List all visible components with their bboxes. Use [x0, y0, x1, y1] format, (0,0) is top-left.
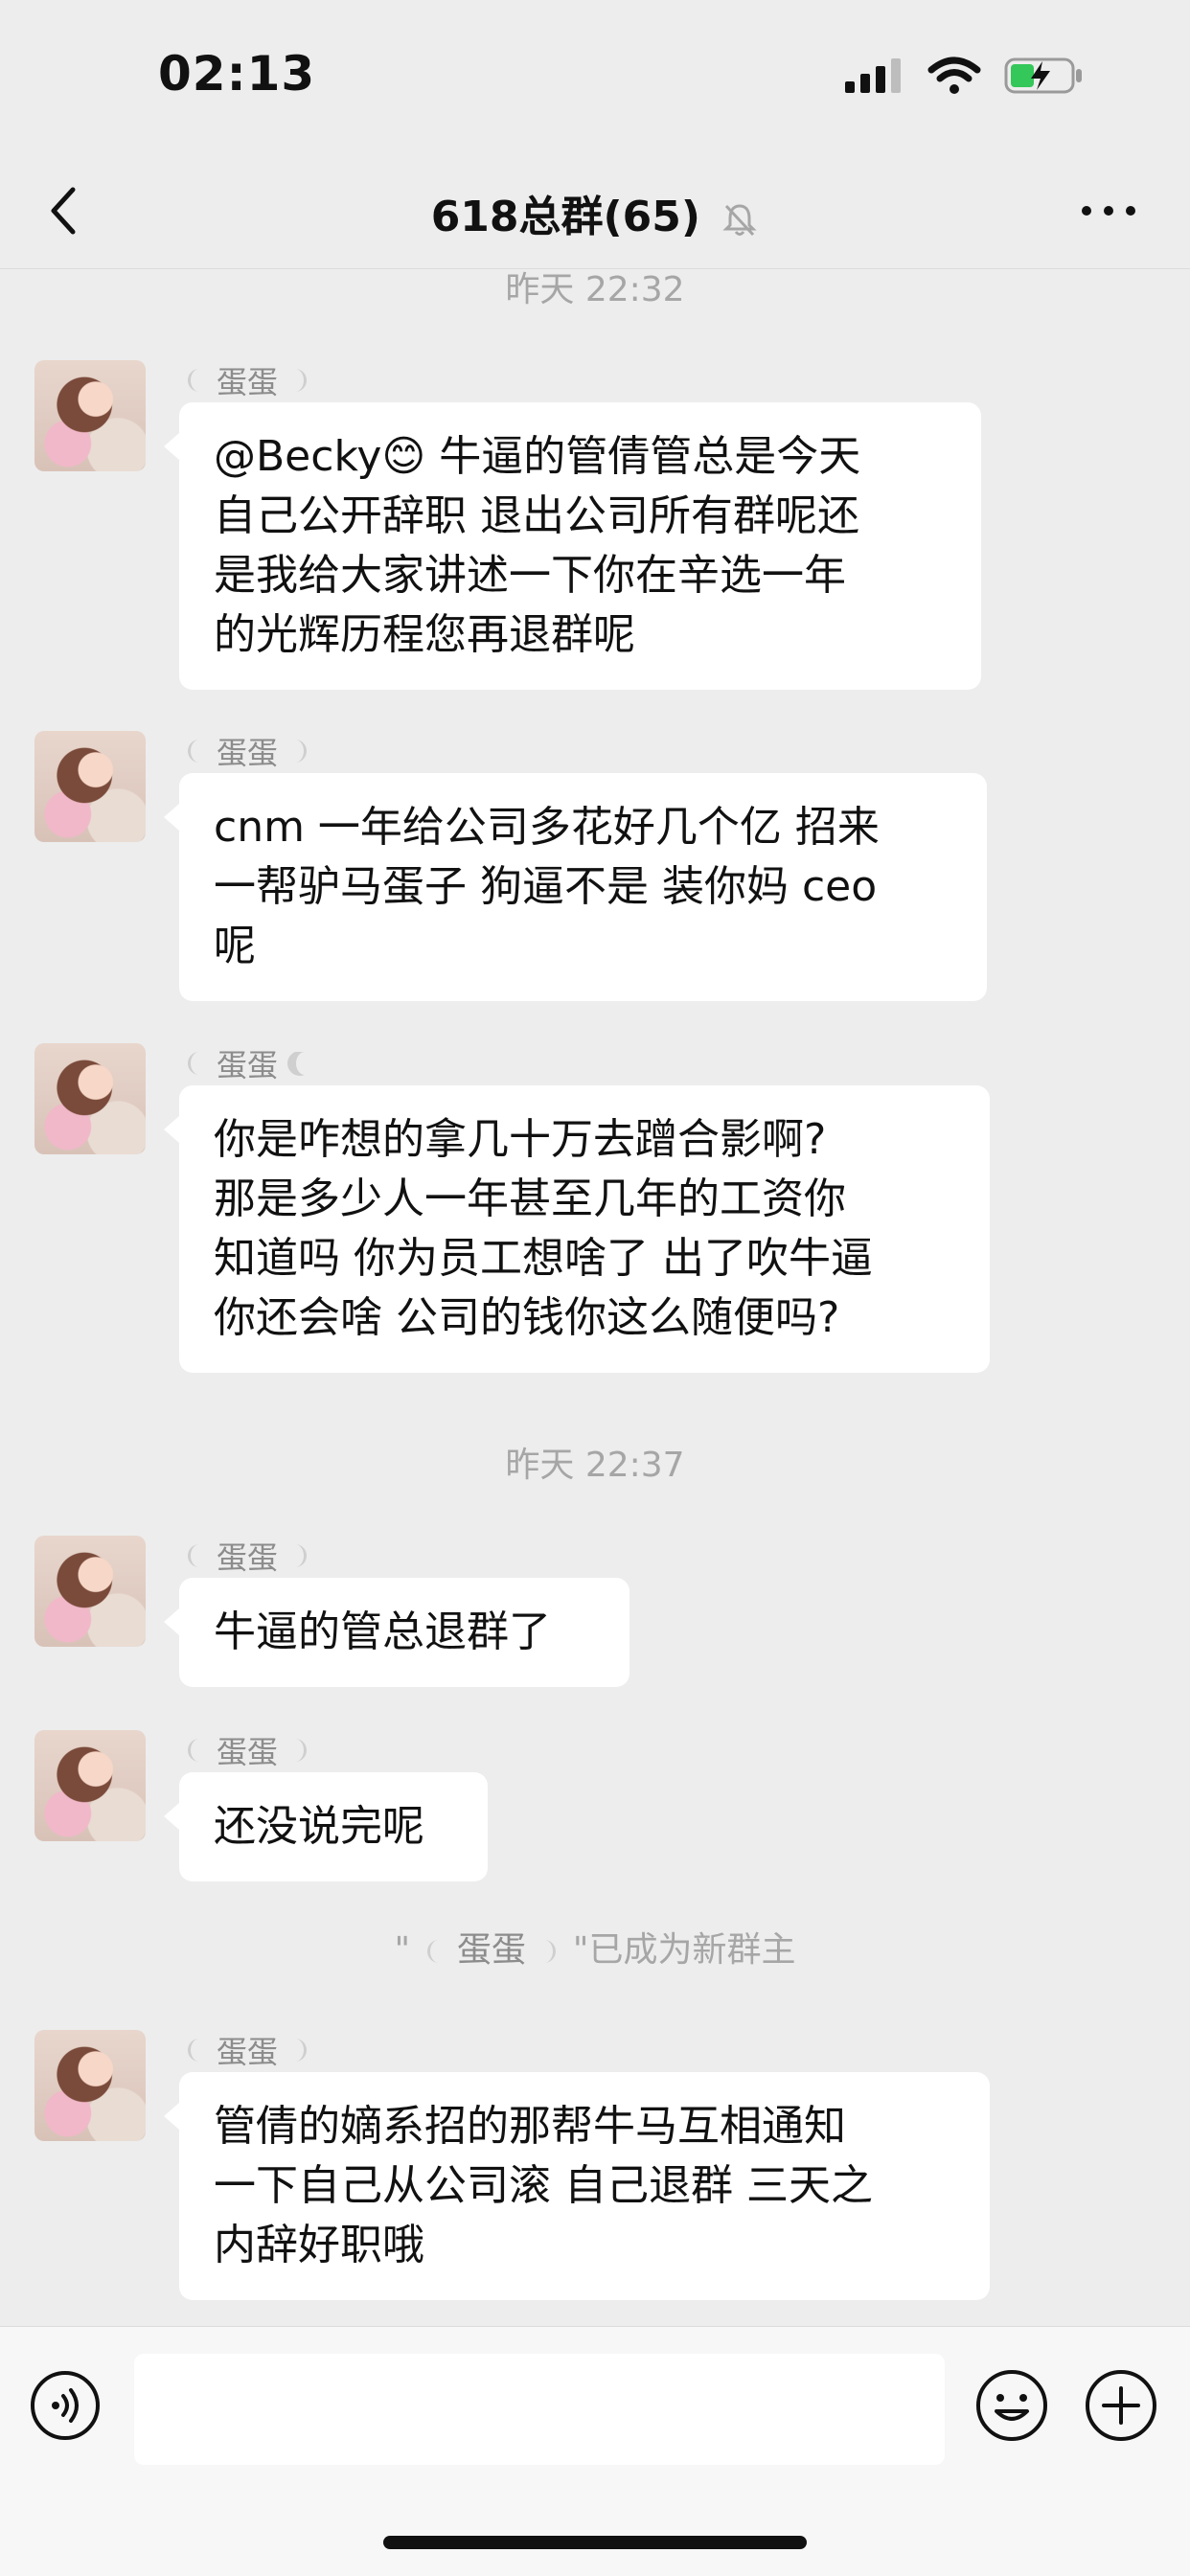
message-bubble[interactable]: 还没说完呢 [164, 1772, 488, 1881]
sender-name: 蛋蛋 [182, 2028, 312, 2072]
message-line: 一下自己从公司滚 自己退群 三天之 [214, 2161, 873, 2210]
home-indicator [383, 2536, 807, 2549]
message-line: 的光辉历程您再退群呢 [214, 610, 635, 659]
timestamp: 昨天 22:32 [505, 270, 685, 309]
status-icons [845, 56, 1085, 96]
moon-icon [426, 1940, 439, 1963]
message-line: 牛逼的管总退群了 [214, 1607, 551, 1656]
message-line: 自己公开辞职 退出公司所有群呢还 [214, 491, 859, 540]
moon-icon [188, 740, 199, 763]
moon-icon [287, 1052, 306, 1076]
message-line: cnm 一年给公司多花好几个亿 招来 [214, 803, 880, 852]
timestamp: 昨天 22:37 [505, 1446, 685, 1485]
moon-icon [295, 2039, 308, 2062]
chat-header: 618总群(65) [0, 153, 1190, 269]
avatar[interactable] [34, 1730, 146, 1841]
input-bar [0, 2326, 1190, 2576]
sender-name: 蛋蛋 [182, 1728, 312, 1772]
sender-name: 蛋蛋 [182, 358, 312, 402]
moon-icon [295, 369, 308, 392]
avatar[interactable] [34, 731, 146, 842]
avatar[interactable] [34, 1536, 146, 1647]
muted-bell-icon [722, 204, 757, 237]
message-bubble[interactable]: 管倩的嫡系招的那帮牛马互相通知 一下自己从公司滚 自己退群 三天之 内辞好职哦 [164, 2072, 990, 2300]
chat-title-text: 618总群(65) [430, 193, 700, 241]
message-list[interactable]: 昨天 22:32 蛋蛋 @Becky😊 牛逼的管倩管总是今天 自己公开辞职 退出… [0, 269, 1190, 2325]
moon-icon [295, 740, 308, 763]
message-line: 管倩的嫡系招的那帮牛马互相通知 [214, 2102, 846, 2151]
more-options-icon[interactable] [1075, 192, 1142, 230]
moon-icon [188, 1739, 199, 1762]
avatar[interactable] [34, 1043, 146, 1154]
message-line: 你是咋想的拿几十万去蹭合影啊? [214, 1115, 827, 1164]
chat-title: 618总群(65) [0, 182, 1190, 243]
system-notice: " 蛋蛋 "已成为新群主 [394, 1930, 796, 1970]
moon-icon [188, 1052, 199, 1075]
cellular-signal-icon [845, 58, 901, 93]
message-line: 还没说完呢 [214, 1802, 424, 1851]
voice-input-icon[interactable] [29, 2369, 102, 2442]
moon-icon [295, 1544, 308, 1567]
battery-charging-icon [1004, 57, 1082, 94]
avatar[interactable] [34, 360, 146, 471]
status-bar: 02:13 [0, 0, 1190, 153]
sender-name: 蛋蛋 [182, 1041, 312, 1085]
emoji-icon[interactable] [973, 2367, 1050, 2444]
moon-icon [188, 2039, 199, 2062]
message-input[interactable] [134, 2354, 945, 2465]
message-line: 一帮驴马蛋子 狗逼不是 装你妈 ceo [214, 862, 878, 911]
message-line: 呢 [214, 922, 256, 970]
message-bubble[interactable]: cnm 一年给公司多花好几个亿 招来 一帮驴马蛋子 狗逼不是 装你妈 ceo 呢 [164, 773, 987, 1001]
plus-icon[interactable] [1083, 2367, 1159, 2444]
avatar[interactable] [34, 2030, 146, 2141]
message-line: 内辞好职哦 [214, 2221, 424, 2269]
message-bubble[interactable]: 牛逼的管总退群了 [164, 1578, 629, 1687]
message-line: @Becky😊 牛逼的管倩管总是今天 [214, 432, 861, 481]
moon-icon [188, 1544, 199, 1567]
moon-icon [544, 1940, 557, 1963]
sender-name: 蛋蛋 [182, 1534, 312, 1578]
message-line: 知道吗 你为员工想啥了 出了吹牛逼 [214, 1234, 873, 1283]
sender-name: 蛋蛋 [182, 729, 312, 773]
message-line: 你还会啥 公司的钱你这么随便吗? [214, 1293, 840, 1342]
moon-icon [295, 1739, 308, 1762]
message-line: 是我给大家讲述一下你在辛选一年 [214, 551, 846, 600]
message-bubble[interactable]: 你是咋想的拿几十万去蹭合影啊? 那是多少人一年甚至几年的工资你 知道吗 你为员工… [164, 1085, 990, 1373]
message-bubble[interactable]: @Becky😊 牛逼的管倩管总是今天 自己公开辞职 退出公司所有群呢还 是我给大… [164, 402, 981, 690]
wifi-icon [927, 57, 981, 94]
status-time: 02:13 [158, 46, 316, 102]
moon-icon [188, 369, 199, 392]
message-line: 那是多少人一年甚至几年的工资你 [214, 1174, 846, 1223]
